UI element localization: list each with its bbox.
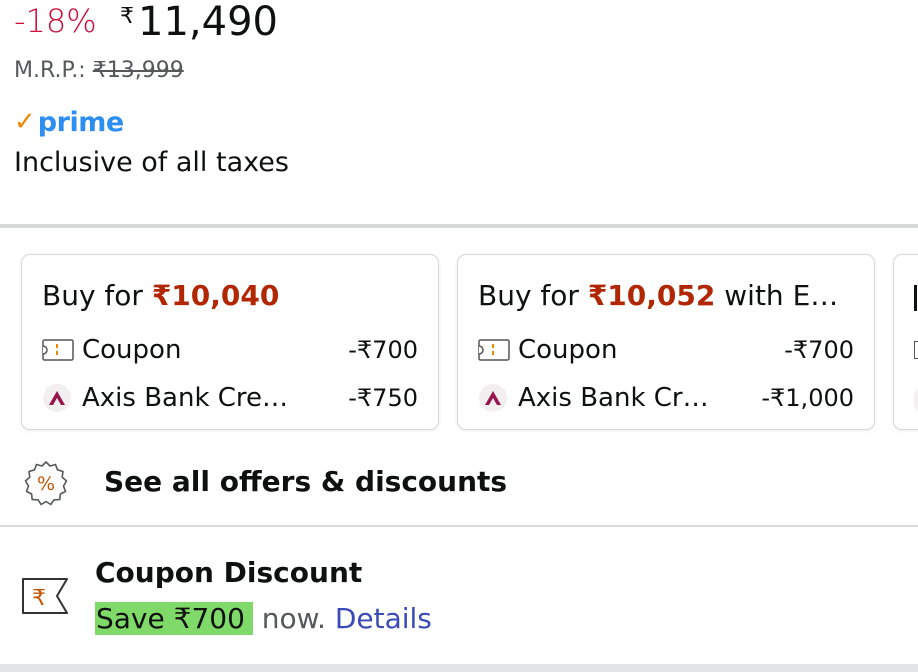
- section-divider: [0, 224, 918, 228]
- section-divider: [0, 525, 918, 527]
- taxes-note: Inclusive of all taxes: [14, 147, 289, 178]
- offer-title: Buy for ₹10,052 with E…: [478, 279, 858, 312]
- section-divider: [0, 664, 918, 672]
- coupon-now-text: now.: [252, 602, 326, 635]
- axis-bank-icon: [914, 387, 918, 413]
- discount-percentage: -18%: [14, 2, 97, 40]
- offer-title-prefix: Buy for: [42, 279, 152, 312]
- offer-row-coupon: Coupon -₹700: [42, 333, 418, 367]
- axis-bank-icon: [42, 384, 74, 412]
- rupee-coupon-icon: ₹: [20, 576, 70, 616]
- coupon-save-line: Save ₹700 now. Details: [95, 602, 432, 635]
- offer-title-prefix: Buy for: [478, 279, 588, 312]
- offer-row-label: Axis Bank Cre…: [82, 383, 289, 413]
- currency-symbol: ₹: [120, 4, 134, 29]
- coupon-icon: [914, 341, 918, 359]
- offer-amount: ₹10,040: [151, 279, 280, 312]
- mrp-value: ₹13,999: [92, 58, 184, 83]
- offer-card[interactable]: Buy for ₹10,040 Coupon -₹700 Axis Bank C…: [21, 254, 439, 430]
- mrp-line: M.R.P.: ₹13,999: [14, 58, 184, 83]
- svg-text:₹: ₹: [32, 586, 46, 611]
- offer-row-value: -₹700: [784, 336, 854, 364]
- prime-check-icon: ✓: [14, 107, 36, 137]
- coupon-save-checkbox-label[interactable]: Save ₹700: [95, 602, 253, 635]
- see-all-offers-link[interactable]: % See all offers & discounts: [0, 452, 918, 514]
- coupon-discount-section: ₹ Coupon Discount Save ₹700 now. Details: [0, 540, 918, 665]
- offer-row-value: -₹1,000: [761, 384, 854, 412]
- coupon-title: Coupon Discount: [95, 556, 363, 589]
- offer-row-coupon: Coupon -₹700: [478, 333, 854, 367]
- coupon-icon: [42, 336, 74, 364]
- offer-row-label: Coupon: [518, 335, 618, 365]
- axis-bank-icon: [478, 384, 510, 412]
- offer-row-value: -₹700: [348, 336, 418, 364]
- offer-row-bank: Axis Bank Cre… -₹750: [42, 381, 418, 415]
- deal-price: 11,490: [138, 0, 278, 45]
- offer-title-fragment: [914, 285, 917, 311]
- offer-title-suffix: with E…: [715, 279, 839, 312]
- offer-card[interactable]: Buy for ₹10,052 with E… Coupon -₹700 Axi…: [457, 254, 875, 430]
- mrp-label: M.R.P.:: [14, 58, 86, 83]
- prime-logo-text: prime: [37, 106, 124, 138]
- coupon-icon: [478, 336, 510, 364]
- percent-badge-icon: %: [22, 459, 70, 507]
- offer-amount: ₹10,052: [587, 279, 716, 312]
- offer-card-partial[interactable]: [893, 254, 918, 430]
- offer-row-bank: Axis Bank Cr… -₹1,000: [478, 381, 854, 415]
- offer-title: Buy for ₹10,040: [42, 279, 422, 312]
- svg-text:%: %: [37, 473, 55, 495]
- offer-row-label: Axis Bank Cr…: [518, 383, 709, 413]
- coupon-details-link[interactable]: Details: [335, 602, 432, 635]
- see-all-offers-label: See all offers & discounts: [104, 465, 508, 498]
- offer-row-value: -₹750: [348, 384, 418, 412]
- prime-badge[interactable]: ✓ prime: [14, 104, 124, 140]
- offer-row-label: Coupon: [82, 335, 182, 365]
